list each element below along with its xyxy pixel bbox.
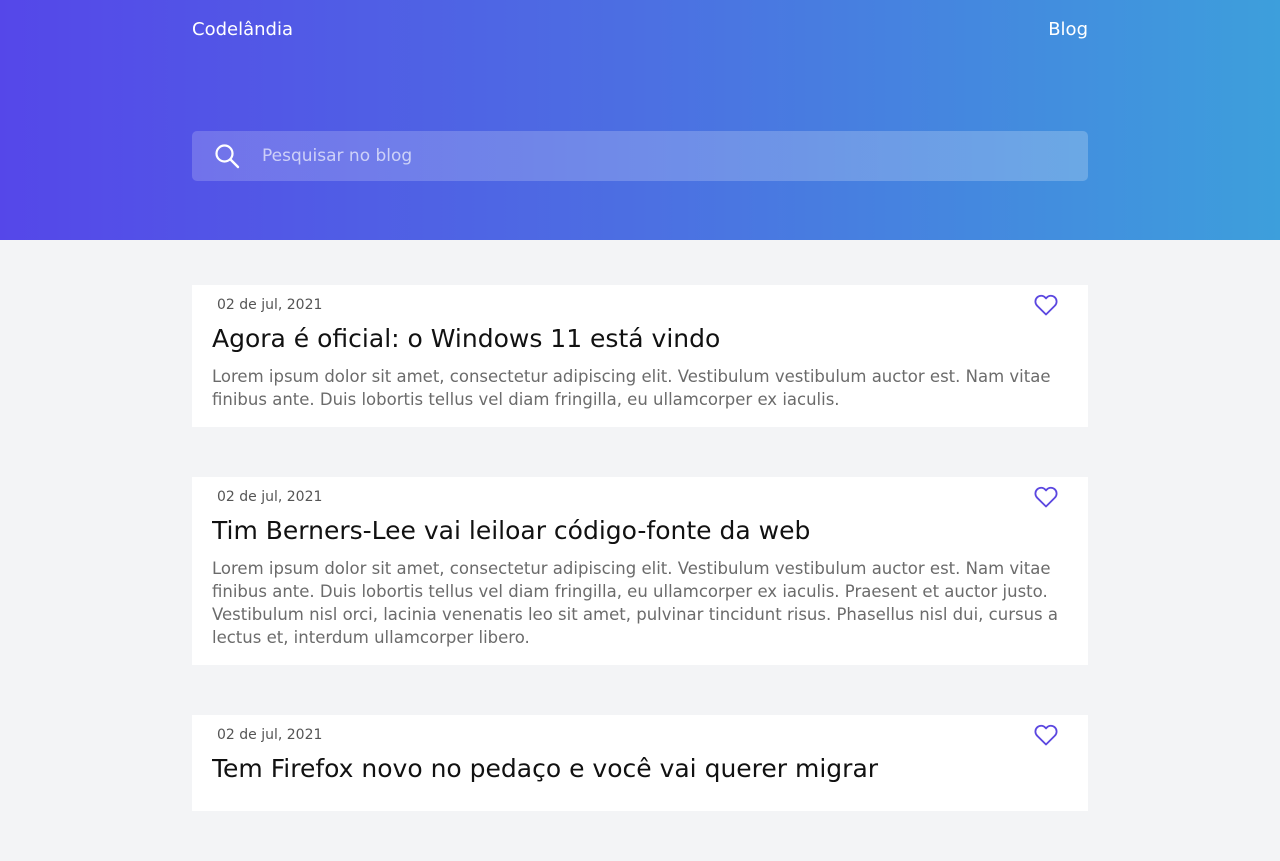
post-title[interactable]: Tim Berners-Lee vai leiloar código-fonte… (212, 515, 1068, 547)
search-icon[interactable] (192, 131, 262, 181)
top-bar: Codelândia Blog (192, 19, 1088, 40)
search-bar (192, 131, 1088, 181)
post-list: 02 de jul, 2021 Agora é oficial: o Windo… (192, 285, 1088, 861)
brand-logo[interactable]: Codelândia (192, 19, 293, 40)
post-title[interactable]: Agora é oficial: o Windows 11 está vindo (212, 323, 1068, 355)
post-title[interactable]: Tem Firefox novo no pedaço e você vai qu… (212, 753, 1068, 785)
heart-outline-icon[interactable] (1034, 724, 1058, 746)
post-card[interactable]: 02 de jul, 2021 Tem Firefox novo no peda… (192, 715, 1088, 811)
heart-outline-icon[interactable] (1034, 294, 1058, 316)
post-excerpt: Lorem ipsum dolor sit amet, consectetur … (212, 559, 1058, 647)
post-date: 02 de jul, 2021 (217, 727, 323, 743)
post-date: 02 de jul, 2021 (217, 489, 323, 505)
post-date: 02 de jul, 2021 (217, 297, 323, 313)
hero-header: Codelândia Blog (0, 0, 1280, 240)
heart-outline-icon[interactable] (1034, 486, 1058, 508)
post-card[interactable]: 02 de jul, 2021 Tim Berners-Lee vai leil… (192, 477, 1088, 665)
nav-link-blog[interactable]: Blog (1048, 19, 1088, 40)
post-card[interactable]: 02 de jul, 2021 Agora é oficial: o Windo… (192, 285, 1088, 427)
post-excerpt: Lorem ipsum dolor sit amet, consectetur … (212, 367, 1051, 409)
search-input[interactable] (262, 131, 1088, 181)
